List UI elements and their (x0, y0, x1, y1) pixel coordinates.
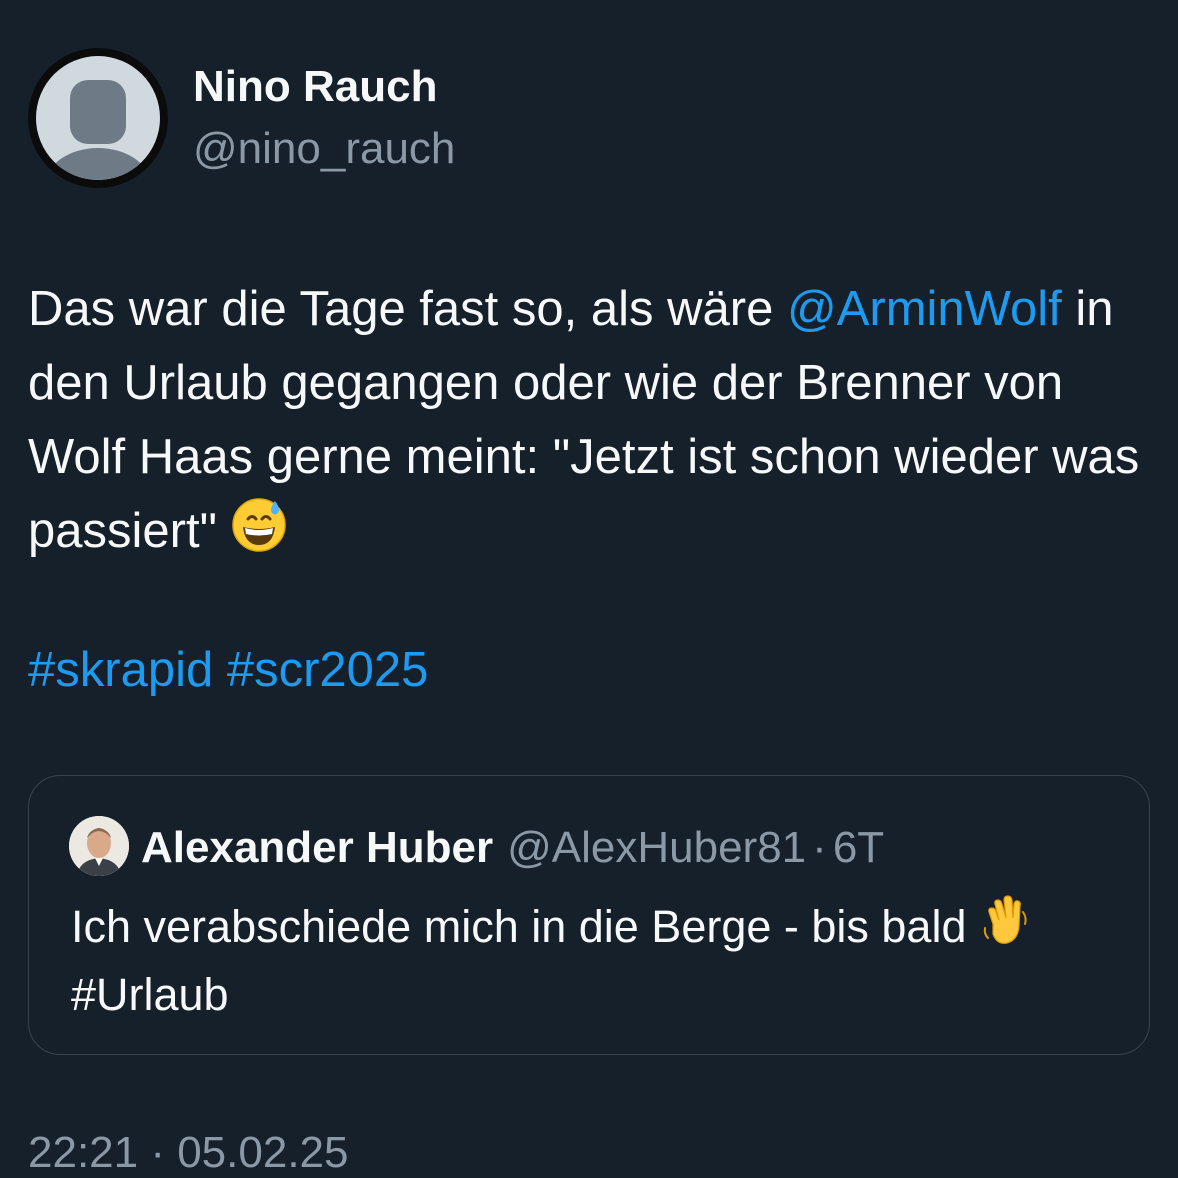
quoted-author-name[interactable]: Alexander Huber (141, 823, 493, 872)
hashtag-urlaub[interactable]: #Urlaub (71, 969, 229, 1020)
grinning-face-with-sweat-emoji (231, 497, 287, 574)
hashtag-scr2025[interactable]: #scr2025 (227, 643, 429, 697)
quoted-author-avatar[interactable] (69, 816, 129, 876)
hashtag-skrapid[interactable]: #skrapid (28, 643, 213, 697)
default-profile-icon (36, 56, 160, 180)
quoted-tweet-time[interactable]: 6T (833, 823, 884, 872)
mention-link[interactable]: @ArminWolf (787, 282, 1062, 336)
header-separator: · (812, 823, 827, 872)
author-avatar[interactable] (28, 48, 168, 188)
quoted-tweet-card[interactable]: Alexander Huber @AlexHuber81 · 6T Ich verab… (28, 775, 1150, 1055)
quoted-author-handle[interactable]: @AlexHuber81 (507, 823, 806, 872)
author-name[interactable]: Nino Rauch (193, 62, 437, 112)
author-handle[interactable]: @nino_rauch (193, 124, 455, 174)
quoted-tweet-header: Alexander Huber @AlexHuber81 · 6T (141, 820, 884, 876)
waving-hand-emoji (979, 894, 1033, 964)
quoted-tweet-text-body: Ich verabschiede mich in die Berge - bis… (71, 901, 979, 952)
quoted-tweet-text: Ich verabschiede mich in die Berge - bis… (71, 894, 1131, 1026)
tweet-text-part1: Das war die Tage fast so, als wäre (28, 282, 787, 336)
tweet-text: Das war die Tage fast so, als wäre @Armi… (28, 272, 1158, 574)
hashtags: #skrapid #scr2025 (28, 633, 428, 707)
